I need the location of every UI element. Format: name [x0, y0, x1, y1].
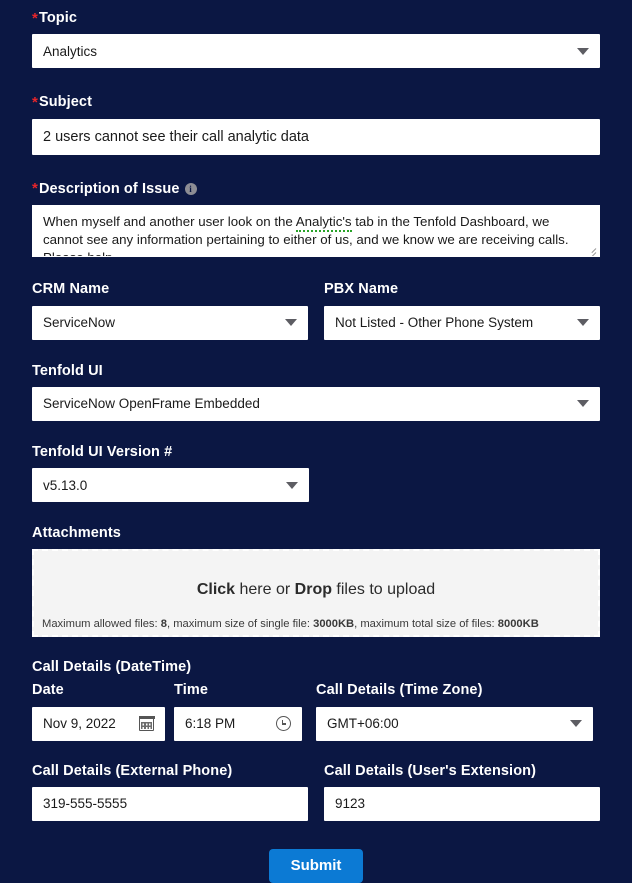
chevron-down-icon [577, 319, 589, 327]
user-extension-label: Call Details (User's Extension) [324, 762, 537, 779]
dropzone-drop-word: Drop [294, 580, 332, 598]
calendar-icon[interactable] [138, 715, 155, 732]
tenfold-ui-version-label: Tenfold UI Version # [32, 443, 173, 460]
field-call-time-zone: Call Details (Time Zone) GMT+06:00 [316, 682, 593, 741]
field-description: *Description of Issue i When myself and a… [32, 181, 600, 258]
description-label-text: Description of Issue [38, 180, 180, 197]
required-asterisk: * [32, 180, 38, 198]
tenfold-ui-version-select[interactable]: v5.13.0 [32, 468, 309, 503]
row-crm-pbx: CRM Name ServiceNow PBX Name Not Listed … [32, 281, 600, 340]
tenfold-ui-label: Tenfold UI [32, 362, 103, 379]
required-asterisk: * [32, 94, 38, 112]
call-time-input[interactable]: 6:18 PM [174, 706, 302, 741]
note-mid1: , maximum size of single file: [166, 617, 314, 630]
dropzone-end-text: files to upload [331, 580, 436, 598]
note-prefix: Maximum allowed files: [42, 617, 161, 630]
tenfold-ui-select[interactable]: ServiceNow OpenFrame Embedded [32, 386, 600, 421]
subject-input[interactable]: 2 users cannot see their call analytic d… [32, 118, 600, 155]
user-extension-value: 9123 [335, 796, 366, 812]
dropzone-instruction: Click here or Drop files to upload [34, 581, 598, 599]
field-external-phone: Call Details (External Phone) 319-555-55… [32, 763, 308, 821]
tenfold-ui-value: ServiceNow OpenFrame Embedded [43, 396, 260, 412]
section-call-details-datetime: Call Details (DateTime) Date Nov 9, 2022… [32, 659, 600, 741]
dropzone-limits-note: Maximum allowed files: 8, maximum size o… [42, 618, 590, 630]
field-call-time: Time 6:18 PM [174, 682, 302, 741]
field-attachments: Attachments Click here or Drop files to … [32, 525, 600, 637]
crm-name-label: CRM Name [32, 281, 110, 298]
call-date-label: Date [32, 682, 64, 699]
dropzone-click-word: Click [196, 580, 236, 598]
row-date-time-zone: Date Nov 9, 2022 Time 6:18 PM Call Detai… [32, 682, 600, 741]
external-phone-value: 319-555-5555 [43, 796, 128, 812]
dropzone-mid-text: here or [235, 580, 295, 598]
pbx-name-label: PBX Name [324, 281, 399, 298]
description-textarea[interactable]: When myself and another user look on the… [32, 205, 600, 258]
note-mid2: , maximum total size of files: [354, 617, 498, 630]
crm-name-value: ServiceNow [43, 315, 116, 331]
subject-value: 2 users cannot see their call analytic d… [43, 128, 309, 145]
submit-row: Submit [32, 848, 600, 883]
row-phone-extension: Call Details (External Phone) 319-555-55… [32, 763, 600, 821]
field-user-extension: Call Details (User's Extension) 9123 [324, 763, 600, 821]
description-label: *Description of Issue i [32, 181, 600, 198]
field-tenfold-ui: Tenfold UI ServiceNow OpenFrame Embedded [32, 363, 600, 421]
topic-value: Analytics [43, 43, 98, 59]
external-phone-label: Call Details (External Phone) [32, 762, 233, 779]
crm-name-select[interactable]: ServiceNow [32, 305, 308, 340]
call-time-value: 6:18 PM [185, 716, 236, 732]
chevron-down-icon [577, 47, 589, 55]
field-subject: *Subject 2 users cannot see their call a… [32, 94, 600, 155]
pbx-name-value: Not Listed - Other Phone System [335, 315, 534, 331]
user-extension-input[interactable]: 9123 [324, 786, 600, 821]
call-time-zone-label: Call Details (Time Zone) [316, 682, 483, 699]
resize-handle[interactable] [585, 243, 597, 257]
field-tenfold-ui-version: Tenfold UI Version # v5.13.0 [32, 443, 600, 503]
clock-icon[interactable] [276, 716, 291, 732]
call-time-zone-select[interactable]: GMT+06:00 [316, 706, 593, 741]
description-misspelled-word: Analytic's [295, 214, 352, 233]
external-phone-input[interactable]: 319-555-5555 [32, 786, 308, 821]
chevron-down-icon [286, 481, 298, 489]
call-time-label: Time [174, 682, 208, 699]
field-pbx-name: PBX Name Not Listed - Other Phone System [324, 281, 600, 340]
description-text-part1: When myself and another user look on the [43, 214, 296, 230]
call-date-input[interactable]: Nov 9, 2022 [32, 706, 165, 741]
support-ticket-form: *Topic Analytics *Subject 2 users cannot… [0, 0, 632, 883]
topic-label: *Topic [32, 10, 600, 27]
info-icon[interactable]: i [184, 182, 197, 195]
subject-label-text: Subject [38, 94, 93, 111]
field-call-date: Date Nov 9, 2022 [32, 682, 165, 741]
pbx-name-select[interactable]: Not Listed - Other Phone System [324, 305, 600, 340]
chevron-down-icon [570, 720, 582, 728]
file-dropzone[interactable]: Click here or Drop files to upload Maxim… [32, 548, 600, 637]
tenfold-ui-version-value: v5.13.0 [43, 477, 88, 493]
note-total-size: 8000KB [497, 617, 539, 630]
note-single-size: 3000KB [313, 617, 355, 630]
topic-label-text: Topic [38, 10, 78, 26]
call-date-value: Nov 9, 2022 [43, 716, 116, 732]
call-time-zone-value: GMT+06:00 [327, 716, 399, 732]
attachments-label: Attachments [32, 525, 121, 542]
required-asterisk: * [32, 9, 38, 27]
submit-button[interactable]: Submit [268, 848, 364, 883]
subject-label: *Subject [32, 94, 600, 111]
call-details-datetime-heading: Call Details (DateTime) [32, 658, 192, 675]
field-crm-name: CRM Name ServiceNow [32, 281, 308, 340]
chevron-down-icon [285, 319, 297, 327]
field-topic: *Topic Analytics [32, 10, 600, 69]
chevron-down-icon [577, 400, 589, 408]
topic-select[interactable]: Analytics [32, 34, 600, 69]
